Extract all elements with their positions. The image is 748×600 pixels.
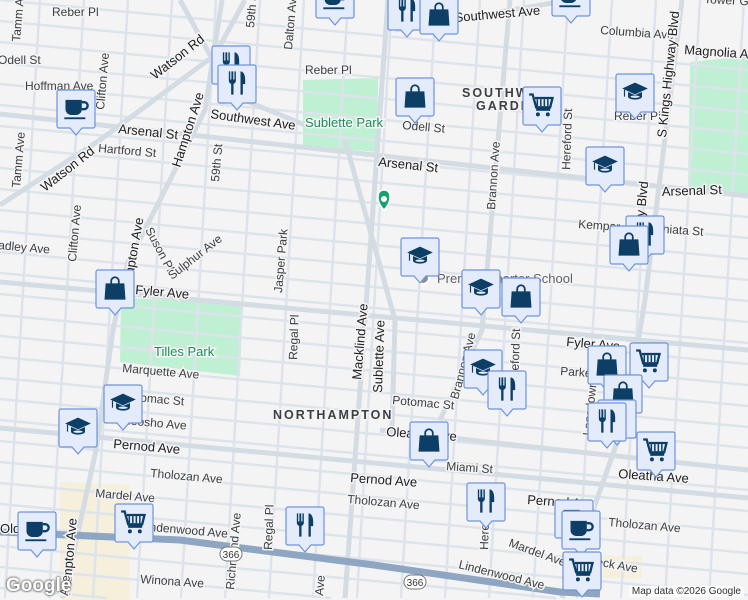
map-canvas[interactable]: Reber Pl Reber Pl Reber Pl Odell St Hoff… xyxy=(0,0,748,600)
map-attribution[interactable]: Map data ©2026 Google xyxy=(628,586,744,597)
poi-marker-grocery[interactable] xyxy=(522,86,562,133)
poi-marker-school[interactable] xyxy=(461,269,501,316)
svg-text:Tower Grove: Tower Grove xyxy=(704,0,748,10)
poi-marker-cafe[interactable] xyxy=(56,89,96,136)
svg-text:Sulphur Ave: Sulphur Ave xyxy=(165,231,225,282)
poi-marker-shopping[interactable] xyxy=(395,77,435,124)
svg-text:Sublette Park: Sublette Park xyxy=(305,115,384,130)
poi-marker-grocery[interactable] xyxy=(114,503,154,550)
svg-text:Old: Old xyxy=(0,521,20,536)
svg-text:366: 366 xyxy=(223,550,240,561)
poi-marker-shopping[interactable] xyxy=(419,0,459,42)
poi-marker-school[interactable] xyxy=(585,146,625,193)
svg-text:Reber Pl: Reber Pl xyxy=(52,5,99,19)
svg-text:Tilles Park: Tilles Park xyxy=(154,344,215,359)
poi-marker-cafe[interactable] xyxy=(551,0,591,24)
poi-marker-shopping[interactable] xyxy=(501,277,541,324)
svg-text:Sublette Ave: Sublette Ave xyxy=(370,320,388,393)
svg-text:Tamm Ave: Tamm Ave xyxy=(9,0,28,42)
svg-text:366: 366 xyxy=(407,578,424,589)
poi-marker-restaurant[interactable] xyxy=(217,64,257,111)
svg-text:59th St: 59th St xyxy=(208,142,225,182)
svg-text:Clifton Ave: Clifton Ave xyxy=(93,52,112,110)
svg-text:NORTHAMPTON: NORTHAMPTON xyxy=(273,408,393,422)
poi-marker-cafe[interactable] xyxy=(561,510,601,557)
svg-text:Arsenal St: Arsenal St xyxy=(662,182,723,199)
svg-text:Tholozan Ave: Tholozan Ave xyxy=(347,492,421,512)
poi-marker-school[interactable] xyxy=(400,237,440,284)
svg-text:Arsenal St: Arsenal St xyxy=(378,154,440,175)
poi-marker-cafe[interactable] xyxy=(17,511,57,558)
google-logo: Google xyxy=(6,575,72,596)
poi-marker-restaurant[interactable] xyxy=(466,482,506,529)
poi-marker-shopping[interactable] xyxy=(409,421,449,468)
svg-text:Clifton Ave: Clifton Ave xyxy=(65,204,84,262)
svg-text:Tamm Ave: Tamm Ave xyxy=(9,131,28,188)
svg-text:Reber Pl: Reber Pl xyxy=(305,63,352,77)
svg-text:Southwest Ave: Southwest Ave xyxy=(454,3,541,25)
svg-text:Odell St: Odell St xyxy=(0,53,41,67)
svg-text:Odell St: Odell St xyxy=(402,118,446,136)
poi-marker-school[interactable] xyxy=(103,384,143,431)
poi-marker-grocery[interactable] xyxy=(636,431,676,478)
poi-marker-shopping[interactable] xyxy=(95,269,135,316)
svg-text:Potomac St: Potomac St xyxy=(392,393,456,412)
poi-marker-restaurant[interactable] xyxy=(487,370,527,417)
poi-marker-restaurant[interactable] xyxy=(285,506,325,553)
poi-marker-restaurant[interactable] xyxy=(587,402,627,449)
svg-text:Dalton Ave: Dalton Ave xyxy=(281,0,300,50)
poi-marker-school[interactable] xyxy=(615,73,655,120)
svg-text:Regal Pl: Regal Pl xyxy=(261,504,277,550)
poi-marker-grocery[interactable] xyxy=(562,551,602,598)
svg-text:Ave: Ave xyxy=(312,574,328,596)
poi-marker-shopping[interactable] xyxy=(609,225,649,272)
svg-text:Winona Ave: Winona Ave xyxy=(140,572,205,590)
poi-marker-cafe[interactable] xyxy=(315,0,355,26)
svg-text:Regal Pl: Regal Pl xyxy=(286,314,302,360)
poi-marker-school[interactable] xyxy=(58,408,98,455)
